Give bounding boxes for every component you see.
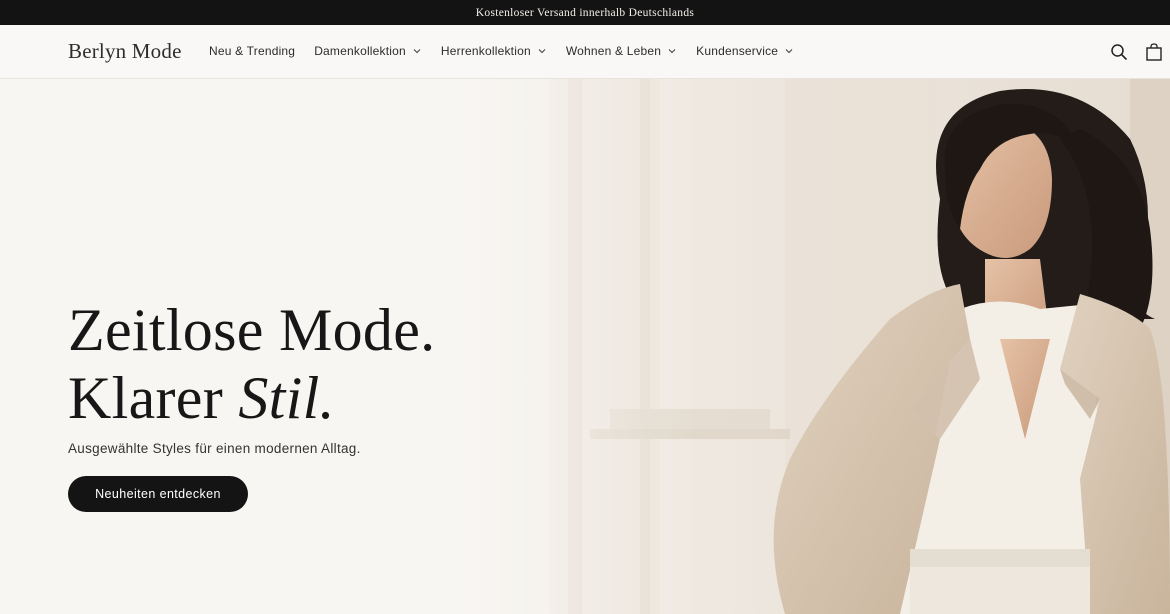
headline-line-1: Zeitlose Mode. [68,297,436,363]
announcement-text: Kostenloser Versand innerhalb Deutschlan… [475,6,695,19]
nav-label: Neu & Trending [209,44,296,58]
hero-subtitle: Ausgewählte Styles für einen modernen Al… [68,441,361,456]
nav-label: Wohnen & Leben [565,44,662,58]
nav-item-wohnen-leben[interactable]: Wohnen & Leben [566,44,677,58]
hero-section: Zeitlose Mode. Klarer Stil. Ausgewählte … [0,79,1170,614]
nav-item-damenkollektion[interactable]: Damenkollektion [314,44,422,58]
hero-image [440,79,1170,614]
hero-headline: Zeitlose Mode. Klarer Stil. [68,296,435,432]
nav-item-neu-trending[interactable]: Neu & Trending [209,44,295,58]
headline-line-2: Klarer [68,365,239,431]
chevron-down-icon [785,49,793,54]
chevron-down-icon [668,49,676,54]
discover-new-arrivals-button[interactable]: Neuheiten entdecken [68,476,248,512]
logo[interactable]: Berlyn Mode [68,39,182,64]
search-icon[interactable] [1109,42,1129,62]
nav-label: Kundenservice [696,44,779,58]
site-header: Berlyn Mode Neu & Trending Damenkollekti… [0,25,1170,79]
chevron-down-icon [538,49,546,54]
chevron-down-icon [413,49,421,54]
nav-item-kundenservice[interactable]: Kundenservice [696,44,794,58]
main-nav: Neu & Trending Damenkollektion Herrenkol… [209,44,794,58]
cart-icon[interactable] [1144,42,1164,62]
nav-label: Damenkollektion [314,44,406,58]
nav-item-herrenkollektion[interactable]: Herrenkollektion [441,44,547,58]
nav-label: Herrenkollektion [440,44,531,58]
headline-line-2-italic: Stil. [238,365,335,431]
announcement-bar: Kostenloser Versand innerhalb Deutschlan… [0,0,1170,25]
